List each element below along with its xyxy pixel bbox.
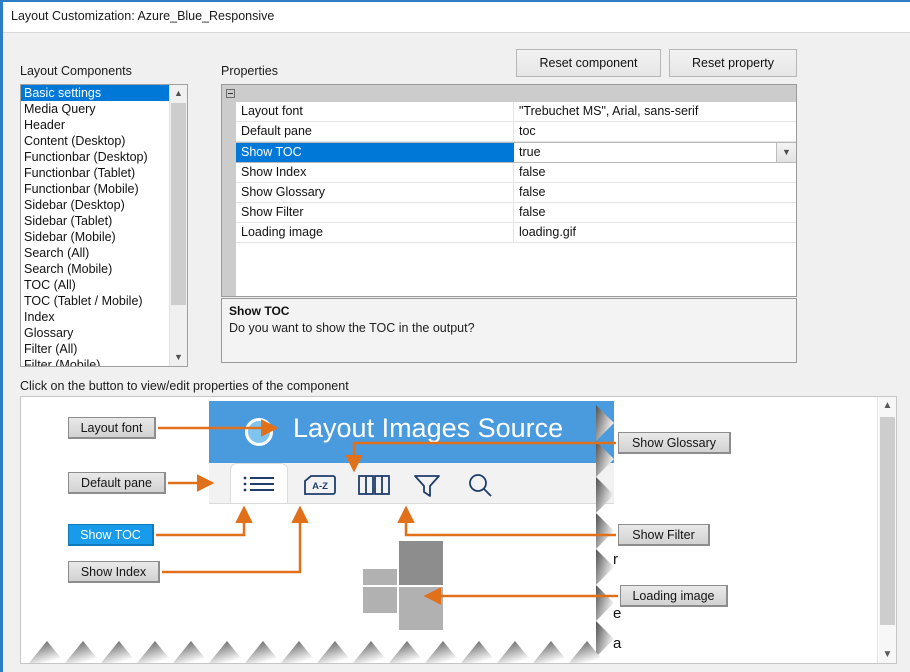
preview-scroll-divider [877, 397, 878, 663]
component-list-item[interactable]: Sidebar (Mobile) [21, 229, 170, 245]
property-name: Show TOC [236, 143, 514, 162]
component-list-item[interactable]: Functionbar (Tablet) [21, 165, 170, 181]
component-list-item[interactable]: Search (All) [21, 245, 170, 261]
preview-functionbar: A-Z [209, 463, 621, 504]
layout-components-label: Layout Components [20, 64, 132, 78]
property-name: Default pane [236, 122, 514, 141]
callout-layout-font[interactable]: Layout font [68, 417, 156, 439]
logo-icon [245, 418, 273, 446]
loading-image-square-2 [363, 569, 397, 585]
loading-image-square-3 [363, 587, 397, 613]
callout-show-toc[interactable]: Show TOC [68, 524, 154, 546]
preview-banner-title: Layout Images Source [293, 413, 564, 443]
property-row[interactable]: Layout font "Trebuchet MS", Arial, sans-s… [236, 102, 796, 122]
property-row[interactable]: Loading image loading.gif [236, 223, 796, 243]
component-list-item[interactable]: Functionbar (Desktop) [21, 149, 170, 165]
funnel-icon[interactable] [411, 473, 443, 504]
component-list-item[interactable]: Basic settings [21, 85, 170, 101]
property-row[interactable]: Show TOC true ▼ [236, 142, 796, 163]
property-value[interactable]: true [514, 143, 796, 162]
window-title: Layout Customization: Azure_Blue_Respons… [11, 9, 275, 23]
preview-scroll-thumb[interactable] [880, 417, 895, 625]
list-icon[interactable] [241, 473, 277, 500]
layout-components-list[interactable]: Basic settings Media Query Header Content (… [21, 85, 170, 366]
component-list-item[interactable]: TOC (All) [21, 277, 170, 293]
a-z-icon[interactable]: A-Z [302, 473, 338, 502]
property-name: Show Filter [236, 203, 514, 222]
component-list-item[interactable]: Filter (All) [21, 341, 170, 357]
book-icon[interactable] [357, 473, 391, 502]
property-row[interactable]: Show Index false [236, 163, 796, 183]
component-list-item[interactable]: Media Query [21, 101, 170, 117]
components-scroll-down-icon[interactable]: ▼ [170, 349, 187, 366]
torn-bottom-edge [21, 623, 626, 663]
layout-components-listbox[interactable]: Basic settings Media Query Header Content (… [20, 84, 188, 367]
svg-text:A-Z: A-Z [312, 481, 328, 492]
callout-loading-image[interactable]: Loading image [620, 585, 728, 607]
callout-default-pane[interactable]: Default pane [68, 472, 166, 494]
property-value[interactable]: false [514, 163, 796, 182]
component-list-item[interactable]: Sidebar (Desktop) [21, 197, 170, 213]
chevron-down-icon[interactable]: ▼ [776, 143, 796, 162]
title-bar: Layout Customization: Azure_Blue_Respons… [3, 2, 910, 32]
properties-label: Properties [221, 64, 278, 78]
torn-text-fragment-2: e [613, 605, 622, 622]
description-title: Show TOC [229, 304, 290, 318]
component-list-item[interactable]: Content (Desktop) [21, 133, 170, 149]
callout-show-glossary[interactable]: Show Glossary [618, 432, 731, 454]
property-row[interactable]: Default pane toc [236, 122, 796, 142]
property-value[interactable]: loading.gif [514, 223, 796, 242]
property-value[interactable]: "Trebuchet MS", Arial, sans-serif [514, 102, 796, 121]
component-list-item[interactable]: TOC (Tablet / Mobile) [21, 293, 170, 309]
callout-show-filter[interactable]: Show Filter [618, 524, 710, 546]
property-grid-header [222, 85, 796, 102]
collapse-icon[interactable] [226, 89, 235, 98]
loading-image-square-1 [399, 541, 443, 585]
property-name: Show Glossary [236, 183, 514, 202]
property-grid[interactable]: Layout font "Trebuchet MS", Arial, sans-s… [221, 84, 797, 297]
callout-show-index[interactable]: Show Index [68, 561, 160, 583]
preview-scroll-down-icon[interactable]: ▼ [879, 646, 896, 663]
reset-component-button[interactable]: Reset component [516, 49, 661, 77]
property-value[interactable]: false [514, 183, 796, 202]
property-grid-gutter [222, 102, 236, 296]
property-row[interactable]: Show Glossary false [236, 183, 796, 203]
preview-scrollbar[interactable]: ▲ ▼ [879, 397, 896, 663]
property-row[interactable]: Show Filter false [236, 203, 796, 223]
components-scroll-thumb[interactable] [171, 103, 186, 305]
property-name: Show Index [236, 163, 514, 182]
components-scroll-up-icon[interactable]: ▲ [170, 85, 187, 102]
layout-customization-window: Layout Customization: Azure_Blue_Respons… [0, 0, 910, 672]
description-text: Do you want to show the TOC in the outpu… [229, 321, 475, 335]
property-value[interactable]: false [514, 203, 796, 222]
magnifier-icon[interactable] [465, 473, 497, 504]
preview-header-banner: Layout Images Source [209, 401, 621, 463]
components-scrollbar[interactable]: ▲ ▼ [169, 85, 187, 366]
description-panel: Show TOC Do you want to show the TOC in … [221, 298, 797, 363]
torn-text-fragment-3: a [613, 635, 622, 652]
component-list-item[interactable]: Header [21, 117, 170, 133]
component-list-item[interactable]: Index [21, 309, 170, 325]
property-value[interactable]: toc [514, 122, 796, 141]
component-list-item[interactable]: Sidebar (Tablet) [21, 213, 170, 229]
preview-scroll-up-icon[interactable]: ▲ [879, 397, 896, 414]
property-name: Layout font [236, 102, 514, 121]
hint-text: Click on the button to view/edit propert… [20, 379, 349, 393]
reset-property-button[interactable]: Reset property [669, 49, 797, 77]
torn-text-fragment-1: r [613, 551, 618, 568]
component-list-item[interactable]: Functionbar (Mobile) [21, 181, 170, 197]
property-name: Loading image [236, 223, 514, 242]
component-list-item[interactable]: Filter (Mobile) [21, 357, 170, 366]
component-list-item[interactable]: Search (Mobile) [21, 261, 170, 277]
component-list-item[interactable]: Glossary [21, 325, 170, 341]
property-grid-rows: Layout font "Trebuchet MS", Arial, sans-s… [236, 102, 796, 296]
